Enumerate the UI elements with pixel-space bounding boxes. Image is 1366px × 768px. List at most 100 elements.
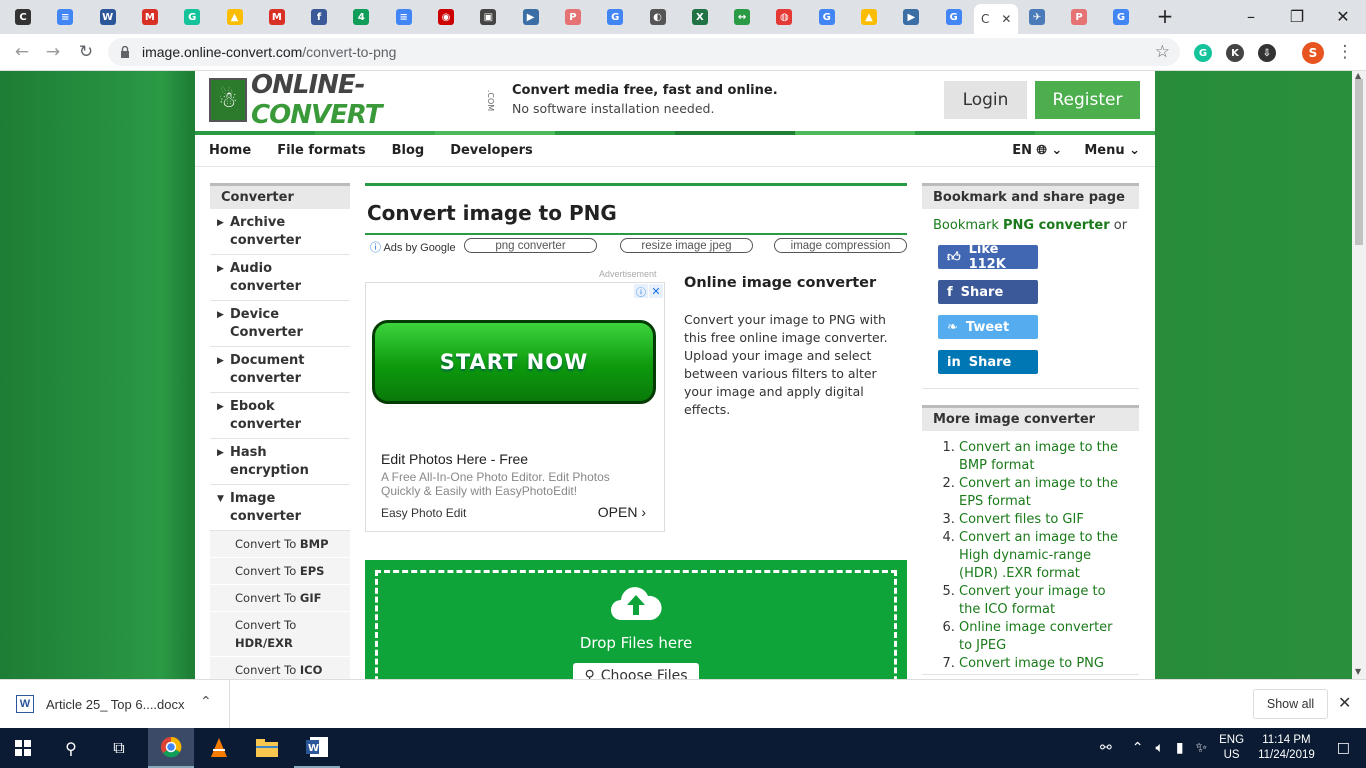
ad-open-button[interactable]: OPEN › <box>598 504 646 520</box>
browser-tab[interactable]: ▶ <box>896 4 934 30</box>
browser-tab[interactable]: G <box>1106 4 1144 30</box>
windows-start-icon[interactable] <box>0 728 46 768</box>
choose-files-button[interactable]: ⚲ Choose Files <box>573 663 699 679</box>
sidebar-category[interactable]: ▶ Ebook converter <box>210 393 350 439</box>
scroll-down-icon[interactable]: ▼ <box>1355 667 1361 676</box>
input-language[interactable]: ENG US <box>1219 733 1244 763</box>
sidebar-category[interactable]: ▶ Hash encryption <box>210 439 350 485</box>
share-button-2[interactable]: ❧ Tweet <box>938 315 1038 339</box>
browser-tab[interactable]: 4 <box>346 4 384 30</box>
more-converter-link[interactable]: Convert an image to the High dynamic-ran… <box>959 530 1118 581</box>
browser-tab[interactable]: M <box>262 4 300 30</box>
register-button[interactable]: Register <box>1035 81 1140 119</box>
grammarly-extension-icon[interactable]: G <box>1194 44 1212 62</box>
ad-start-now-button[interactable]: START NOW <box>372 320 656 404</box>
more-converter-link[interactable]: Convert your image to the ICO format <box>959 584 1106 617</box>
login-button[interactable]: Login <box>944 81 1027 119</box>
sidebar-category[interactable]: ▼ Image converter <box>210 485 350 531</box>
sidebar-subitem[interactable]: Convert To HDR/EXR <box>210 612 350 657</box>
k-extension-icon[interactable]: K <box>1226 44 1244 62</box>
menu-button[interactable]: Menu ⌄ <box>1084 143 1140 158</box>
browser-tab[interactable]: ✈ <box>1022 4 1060 30</box>
sidebar-category[interactable]: ▶ Archive converter <box>210 209 350 255</box>
address-bar[interactable]: image.online-convert.com/convert-to-png … <box>108 38 1180 66</box>
restore-button[interactable]: ❐ <box>1274 0 1320 32</box>
browser-tab[interactable]: G <box>600 4 638 30</box>
adchoices-icon[interactable]: ⓘ <box>634 284 648 299</box>
download-item[interactable]: W Article 25_ Top 6....docx <box>16 695 185 713</box>
task-view-icon[interactable]: ⧉ <box>96 728 142 768</box>
browser-tab[interactable]: M <box>135 4 173 30</box>
notifications-icon[interactable]: □ <box>1337 740 1350 756</box>
battery-icon[interactable]: ▮ <box>1176 740 1184 756</box>
browser-tab[interactable]: ≡ <box>389 4 427 30</box>
bookmark-name[interactable]: PNG converter <box>1003 218 1110 233</box>
more-converter-link[interactable]: Convert files to GIF <box>959 512 1084 527</box>
sidebar-subitem[interactable]: Convert To ICO <box>210 657 350 679</box>
download-extension-icon[interactable]: ⇩ <box>1258 44 1276 62</box>
browser-tab[interactable]: ≡ <box>50 4 88 30</box>
browser-tab[interactable]: ▲ <box>854 4 892 30</box>
nav-developers[interactable]: Developers <box>450 143 533 158</box>
close-window-button[interactable]: ✕ <box>1320 0 1366 32</box>
sidebar-category[interactable]: ▶ Audio converter <box>210 255 350 301</box>
browser-tab[interactable]: ◉ <box>431 4 469 30</box>
share-button-3[interactable]: in Share <box>938 350 1038 374</box>
browser-tab[interactable]: P <box>558 4 596 30</box>
share-button-1[interactable]: f Share <box>938 280 1038 304</box>
ad-pill-resize-image[interactable]: resize image jpeg <box>620 238 753 253</box>
chevron-up-icon[interactable]: ⌃ <box>200 694 212 710</box>
language-selector[interactable]: EN 🌐︎ ⌄ <box>1012 143 1062 158</box>
ad-pill-image-compression[interactable]: image compression <box>774 238 907 253</box>
page-scrollbar[interactable]: ▲ ▼ <box>1352 71 1366 679</box>
ad-pill-png-converter[interactable]: png converter <box>464 238 597 253</box>
back-icon[interactable]: ← <box>11 41 33 63</box>
word-taskbar-icon[interactable]: W <box>294 728 340 768</box>
chevron-up-icon[interactable]: ⌃ <box>1132 740 1144 756</box>
scrollbar-thumb[interactable] <box>1355 79 1363 245</box>
browser-tab[interactable]: ↔ <box>727 4 765 30</box>
clock[interactable]: 11:14 PM 11/24/2019 <box>1258 733 1315 763</box>
browser-tab[interactable]: ◐ <box>643 4 681 30</box>
browser-tab[interactable]: G <box>939 4 977 30</box>
forward-icon[interactable]: → <box>42 41 64 63</box>
new-tab-button[interactable]: + <box>1142 0 1188 32</box>
share-button-0[interactable]: 👍︎ Like 112K <box>938 242 1038 272</box>
nav-home[interactable]: Home <box>209 143 251 158</box>
chrome-taskbar-icon[interactable] <box>148 728 194 768</box>
browser-tab-active[interactable]: C ✕ <box>974 4 1018 34</box>
browser-tab[interactable]: ▲ <box>220 4 258 30</box>
file-explorer-taskbar-icon[interactable] <box>244 728 290 768</box>
browser-tab[interactable]: G <box>812 4 850 30</box>
nav-file-formats[interactable]: File formats <box>277 143 365 158</box>
minimize-button[interactable]: – <box>1228 0 1274 32</box>
reload-icon[interactable]: ↻ <box>75 41 97 63</box>
browser-tab[interactable]: G <box>177 4 215 30</box>
sidebar-category[interactable]: ▶ Device Converter <box>210 301 350 347</box>
ad-close-icon[interactable]: ✕ <box>649 284 663 298</box>
ad-title[interactable]: Edit Photos Here - Free <box>381 451 528 467</box>
vlc-taskbar-icon[interactable] <box>196 728 242 768</box>
ad-box[interactable]: ⓘ ✕ START NOW Edit Photos Here - Free A … <box>365 282 665 532</box>
sidebar-subitem[interactable]: Convert To EPS <box>210 558 350 585</box>
people-icon[interactable]: ⚯ <box>1100 740 1112 756</box>
browser-tab[interactable]: ▣ <box>473 4 511 30</box>
close-download-bar-icon[interactable]: ✕ <box>1338 693 1351 712</box>
browser-menu-icon[interactable]: ⋮ <box>1334 41 1356 63</box>
nav-blog[interactable]: Blog <box>392 143 425 158</box>
sidebar-subitem[interactable]: Convert To GIF <box>210 585 350 612</box>
more-converter-link[interactable]: Online image converter to JPEG <box>959 620 1113 653</box>
profile-avatar[interactable]: S <box>1302 42 1324 64</box>
volume-icon[interactable]: 🔈︎ <box>1155 740 1163 756</box>
sidebar-category[interactable]: ▶ Document converter <box>210 347 350 393</box>
more-converter-link[interactable]: Convert an image to the EPS format <box>959 476 1118 509</box>
bookmark-star-icon[interactable]: ☆ <box>1155 42 1170 62</box>
more-converter-link[interactable]: Convert image to PNG <box>959 656 1104 671</box>
wifi-icon[interactable]: ✨︎ <box>1196 740 1208 756</box>
browser-tab[interactable]: ▶ <box>516 4 554 30</box>
show-all-button[interactable]: Show all <box>1253 689 1328 719</box>
browser-tab[interactable]: W <box>93 4 131 30</box>
browser-tab[interactable]: f <box>304 4 342 30</box>
browser-tab[interactable]: C <box>8 4 46 30</box>
more-converter-link[interactable]: Convert an image to the BMP format <box>959 440 1118 473</box>
